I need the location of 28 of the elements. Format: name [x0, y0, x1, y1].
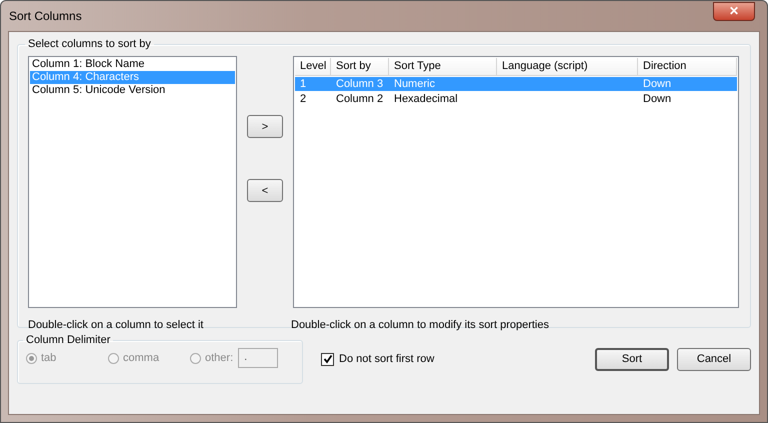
table-cell: Down [643, 78, 672, 90]
table-cell: Column 3 [336, 78, 384, 90]
hint-text: Double-click on a column to modify its sort properties [291, 319, 549, 331]
remove-button[interactable]: < [247, 179, 283, 202]
table-cell: 2 [300, 93, 306, 105]
group-title: Column Delimiter [25, 334, 112, 346]
dialog-button[interactable]: Sort [595, 348, 669, 370]
list-item[interactable]: Column 5: Unicode Version [30, 84, 235, 97]
table-cell: Numeric [394, 78, 435, 90]
column-header[interactable]: Language (script) [497, 58, 638, 75]
group-title: Select columns to sort by [27, 38, 152, 50]
hint-text: Double-click on a column to select it [28, 319, 204, 331]
checkbox[interactable] [321, 352, 334, 366]
list-item[interactable]: Column 1: Block Name [30, 58, 235, 71]
dialog-button[interactable]: Cancel [677, 348, 751, 370]
column-header[interactable]: Level [295, 58, 331, 75]
table-cell: Hexadecimal [394, 93, 458, 105]
column-header[interactable]: Direction [638, 58, 737, 75]
add-button[interactable]: > [247, 115, 283, 138]
table-row[interactable]: 2 Column 2 Hexadecimal Down [295, 92, 737, 106]
table-cell: Down [643, 93, 672, 105]
column-header[interactable]: Sort Type [389, 58, 497, 75]
column-list[interactable]: Column 1: Block Name Column 4: Characters Column 5: Unicode Version [28, 56, 237, 308]
column-header[interactable]: Sort by [331, 58, 389, 75]
table-cell: Column 2 [336, 93, 384, 105]
table-cell: 1 [300, 78, 306, 90]
window-title: Sort Columns [9, 9, 82, 23]
checkbox-label[interactable]: Do not sort first row [339, 353, 434, 365]
